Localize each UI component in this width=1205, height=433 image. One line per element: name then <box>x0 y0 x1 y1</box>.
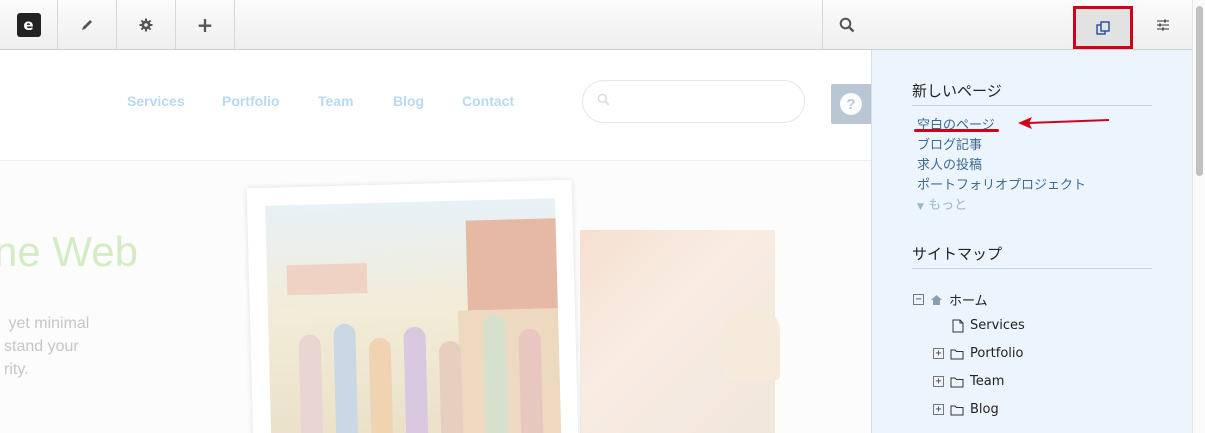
folder-icon <box>950 404 964 416</box>
nav-portfolio[interactable]: Portfolio <box>222 93 280 109</box>
sitemap-node-home[interactable]: − ホーム <box>913 290 988 309</box>
page-settings-button[interactable] <box>117 0 176 49</box>
sitemap-heading: サイトマップ <box>912 243 1152 269</box>
more-page-types-toggle[interactable]: ▼ もっと <box>917 194 967 213</box>
sitemap-label: Services <box>970 318 1025 333</box>
nav-services[interactable]: Services <box>127 93 185 109</box>
help-button[interactable]: ? <box>831 84 871 124</box>
new-page-heading: 新しいページ <box>912 80 1152 106</box>
highlight-underline <box>914 129 999 132</box>
folder-icon <box>950 348 964 360</box>
page-icon <box>952 319 964 333</box>
annotation-arrow-icon <box>1018 117 1110 129</box>
caret-down-icon: ▼ <box>917 202 924 212</box>
dashboard-panel-button[interactable] <box>1133 0 1192 49</box>
gear-icon <box>139 18 153 31</box>
sitemap-label: Team <box>970 374 1005 389</box>
copy-pages-icon <box>1096 20 1110 35</box>
search-icon <box>839 17 855 33</box>
search-icon <box>597 93 610 106</box>
site-preview: Services Portfolio Team Blog Contact ? n… <box>0 50 871 433</box>
sitemap-panel: 新しいページ 空白のページ ブログ記事 求人の投稿 ポートフォリオプロジェクト … <box>871 50 1192 433</box>
nav-contact[interactable]: Contact <box>462 93 514 109</box>
sitemap-label: Blog <box>970 402 999 417</box>
scrollbar-thumb[interactable] <box>1196 6 1203 176</box>
chair-image <box>725 310 780 380</box>
site-header: Services Portfolio Team Blog Contact <box>0 50 871 161</box>
sitemap-node-blog[interactable]: + Blog <box>933 402 999 417</box>
home-icon <box>930 294 943 306</box>
concrete-logo-icon: e <box>16 12 41 37</box>
sitemap-node-portfolio[interactable]: + Portfolio <box>933 346 1023 361</box>
sitemap-node-services[interactable]: Services <box>952 318 1025 333</box>
expand-icon[interactable]: + <box>933 404 944 415</box>
sitemap-label: Portfolio <box>970 346 1024 361</box>
nav-team[interactable]: Team <box>318 93 354 109</box>
hero-title: ne Web <box>0 228 138 275</box>
sitemap-node-team[interactable]: + Team <box>933 374 1004 389</box>
folder-icon <box>950 376 964 388</box>
edit-toolbar: e + <box>0 0 1192 50</box>
sitemap-label: ホーム <box>949 294 988 309</box>
hero-text: yet minimal stand your rity. <box>4 315 90 378</box>
hero-illustration <box>246 179 579 433</box>
sliders-icon <box>1156 19 1169 30</box>
question-icon: ? <box>840 93 862 115</box>
collapse-icon[interactable]: − <box>913 294 924 305</box>
expand-icon[interactable]: + <box>933 376 944 387</box>
site-search-input[interactable] <box>582 80 805 123</box>
expand-icon[interactable]: + <box>933 348 944 359</box>
edit-page-button[interactable] <box>58 0 117 49</box>
page-type-job-posting[interactable]: 求人の投稿 <box>917 154 982 173</box>
page-type-portfolio-project[interactable]: ポートフォリオプロジェクト <box>917 174 1086 193</box>
nav-blog[interactable]: Blog <box>393 93 424 109</box>
concrete-logo-button[interactable]: e <box>0 0 58 49</box>
more-label: もっと <box>928 198 968 213</box>
plus-icon: + <box>196 12 214 37</box>
add-content-button[interactable]: + <box>176 0 235 49</box>
page-scrollbar[interactable] <box>1192 0 1205 433</box>
pencil-icon <box>82 19 92 30</box>
sitemap-panel-button[interactable] <box>1073 6 1133 49</box>
page-type-blog-entry[interactable]: ブログ記事 <box>917 134 982 153</box>
